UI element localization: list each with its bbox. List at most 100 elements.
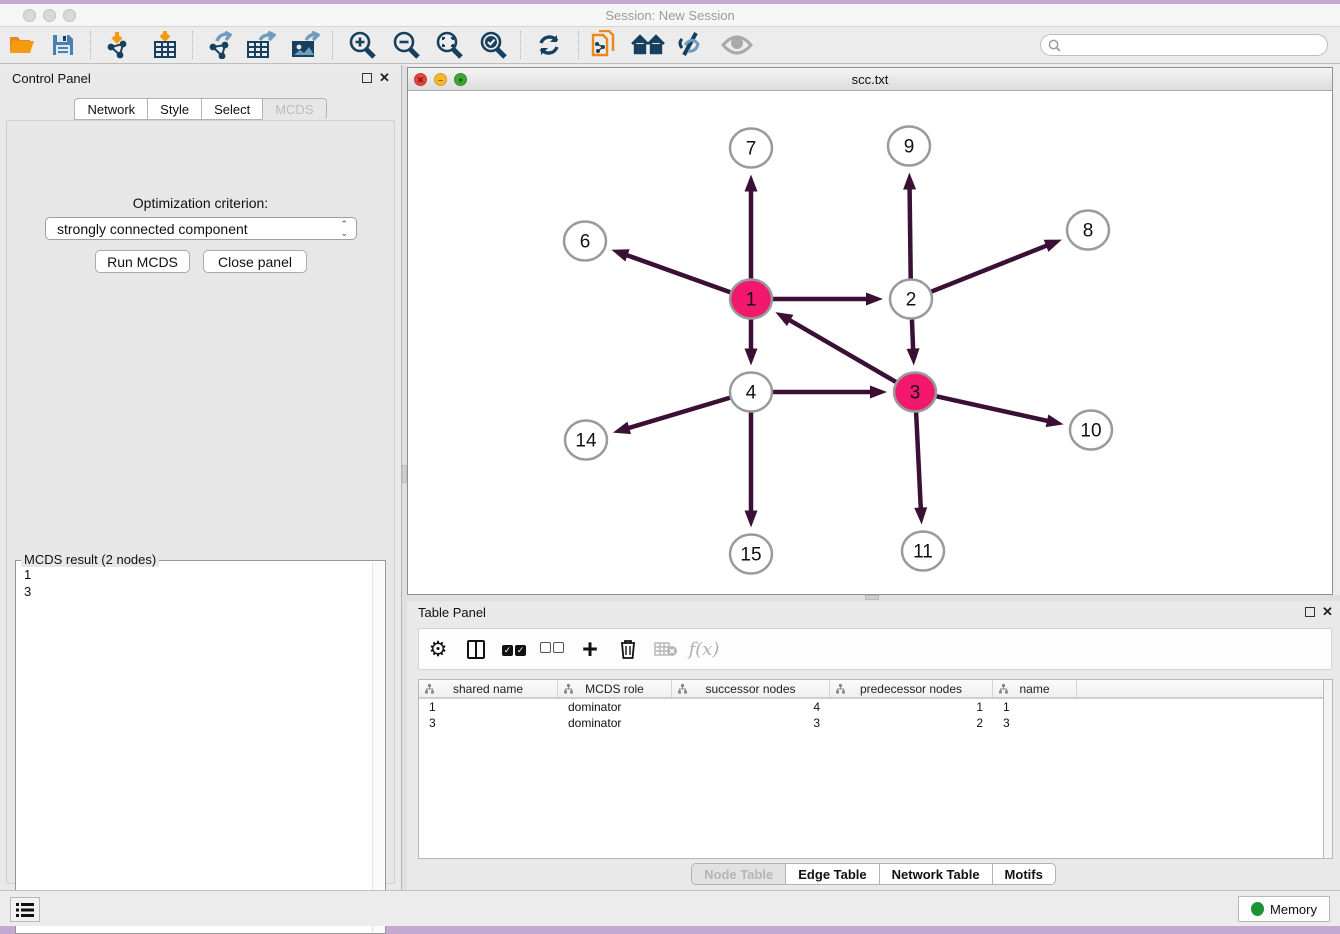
function-builder-button[interactable]: f(x) xyxy=(685,639,723,660)
tab-network[interactable]: Network xyxy=(74,98,147,120)
mcds-tab-content: Optimization criterion: strongly connect… xyxy=(6,120,395,884)
cell[interactable]: 1 xyxy=(993,699,1077,715)
table-row[interactable]: 3dominator323 xyxy=(419,715,1323,731)
mcds-result-title: MCDS result (2 nodes) xyxy=(21,552,159,567)
column-header-successor-nodes[interactable]: successor nodes xyxy=(672,680,830,697)
node-label-9: 9 xyxy=(904,137,915,158)
mcds-result-list: 1 3 xyxy=(24,566,31,600)
tab-edge-table[interactable]: Edge Table xyxy=(785,863,878,885)
tab-network-table[interactable]: Network Table xyxy=(879,863,992,885)
node-table[interactable]: shared nameMCDS rolesuccessor nodesprede… xyxy=(418,679,1324,859)
node-label-11: 11 xyxy=(913,542,933,563)
zoom-in-button[interactable] xyxy=(345,30,379,60)
show-eye-button[interactable] xyxy=(720,30,754,60)
column-header-shared-name[interactable]: shared name xyxy=(419,680,558,697)
save-session-button[interactable] xyxy=(46,30,80,60)
open-session-button[interactable] xyxy=(5,30,39,60)
close-table-panel-icon[interactable]: ✕ xyxy=(1322,604,1333,620)
task-history-button[interactable] xyxy=(10,897,40,922)
search-field[interactable] xyxy=(1040,34,1328,56)
edge-4-14[interactable] xyxy=(626,398,730,429)
cell[interactable]: 4 xyxy=(672,699,830,715)
network-view-window: ✕ – + scc.txt 7968124314101511 xyxy=(407,67,1333,595)
run-mcds-button[interactable]: Run MCDS xyxy=(95,250,190,273)
edge-1-6[interactable] xyxy=(625,254,731,292)
table-settings-button[interactable]: ⚙ xyxy=(419,637,457,662)
select-all-columns-button[interactable]: ✓✓ xyxy=(495,640,533,658)
network-window-titlebar: ✕ – + scc.txt xyxy=(408,68,1332,91)
column-header-predecessor-nodes[interactable]: predecessor nodes xyxy=(830,680,993,697)
node-label-7: 7 xyxy=(746,139,757,160)
zoom-selected-button[interactable] xyxy=(476,30,510,60)
delete-column-button[interactable] xyxy=(609,638,647,660)
deselect-all-columns-button[interactable] xyxy=(533,640,571,658)
import-network-button[interactable] xyxy=(100,30,134,60)
network-canvas[interactable]: 7968124314101511 xyxy=(408,91,1332,594)
cell[interactable]: 3 xyxy=(419,715,558,731)
home-button[interactable] xyxy=(631,30,665,60)
edge-3-10[interactable] xyxy=(937,396,1050,421)
window-title: Session: New Session xyxy=(0,8,1340,23)
cell[interactable]: 1 xyxy=(830,699,993,715)
memory-button[interactable]: Memory xyxy=(1238,896,1330,922)
chevron-updown-icon: ⌃⌄ xyxy=(340,220,348,238)
float-table-panel-icon[interactable] xyxy=(1305,607,1315,617)
edge-3-1[interactable] xyxy=(788,319,896,382)
criterion-select[interactable]: strongly connected component ⌃⌄ xyxy=(45,217,357,240)
task-list-icon xyxy=(16,903,34,917)
tab-mcds[interactable]: MCDS xyxy=(262,98,326,120)
table-row[interactable]: 1dominator411 xyxy=(419,699,1323,715)
edge-2-8[interactable] xyxy=(931,245,1048,292)
arrowhead-4-15 xyxy=(745,511,758,528)
table-tabs: Node TableEdge TableNetwork TableMotifs xyxy=(407,863,1340,885)
export-network-button[interactable] xyxy=(202,30,236,60)
tab-style[interactable]: Style xyxy=(147,98,201,120)
zoom-fit-button[interactable] xyxy=(432,30,466,60)
cell[interactable]: 3 xyxy=(993,715,1077,731)
export-network-icon xyxy=(205,31,233,59)
delete-table-button[interactable] xyxy=(647,641,685,657)
import-table-icon xyxy=(152,31,178,59)
search-input[interactable] xyxy=(1065,38,1327,52)
float-panel-icon[interactable] xyxy=(362,73,372,83)
node-label-4: 4 xyxy=(746,383,757,404)
column-header-name[interactable]: name xyxy=(993,680,1077,697)
arrowhead-1-4 xyxy=(745,349,758,366)
cell[interactable]: dominator xyxy=(558,715,672,731)
hide-style-button[interactable] xyxy=(674,30,708,60)
column-header-MCDS-role[interactable]: MCDS role xyxy=(558,680,672,697)
import-table-button[interactable] xyxy=(148,30,182,60)
zoom-fit-icon xyxy=(435,31,463,59)
tab-node-table[interactable]: Node Table xyxy=(691,863,785,885)
add-column-button[interactable]: + xyxy=(571,639,609,659)
table-panel: Table Panel ✕ ⚙ ✓✓ + f(x) shared nameMCD… xyxy=(407,601,1340,890)
result-scrollbar[interactable] xyxy=(372,562,384,932)
close-panel-icon[interactable]: ✕ xyxy=(379,70,390,86)
export-image-button[interactable] xyxy=(288,30,322,60)
export-image-icon xyxy=(290,31,320,59)
memory-label: Memory xyxy=(1270,902,1317,917)
cell[interactable]: 3 xyxy=(672,715,830,731)
edge-2-3[interactable] xyxy=(912,319,913,351)
cell[interactable]: 2 xyxy=(830,715,993,731)
node-label-8: 8 xyxy=(1083,221,1094,242)
export-table-button[interactable] xyxy=(244,30,278,60)
edge-2-9[interactable] xyxy=(910,186,911,278)
node-label-2: 2 xyxy=(906,290,917,311)
tab-select[interactable]: Select xyxy=(201,98,262,120)
new-network-from-selection-button[interactable] xyxy=(587,30,621,60)
node-label-1: 1 xyxy=(746,290,757,311)
checked-boxes-icon: ✓✓ xyxy=(501,640,527,658)
network-graph: 7968124314101511 xyxy=(408,91,1332,594)
show-columns-button[interactable] xyxy=(457,640,495,659)
close-panel-button[interactable]: Close panel xyxy=(203,250,307,273)
control-panel-header: Control Panel ✕ xyxy=(0,65,401,91)
zoom-out-button[interactable] xyxy=(389,30,423,60)
tab-motifs[interactable]: Motifs xyxy=(992,863,1056,885)
cell[interactable]: 1 xyxy=(419,699,558,715)
refresh-view-button[interactable] xyxy=(532,30,566,60)
cell[interactable]: dominator xyxy=(558,699,672,715)
memory-status-icon xyxy=(1251,902,1264,916)
edge-3-11[interactable] xyxy=(916,412,921,510)
table-scrollbar[interactable] xyxy=(1324,679,1333,859)
